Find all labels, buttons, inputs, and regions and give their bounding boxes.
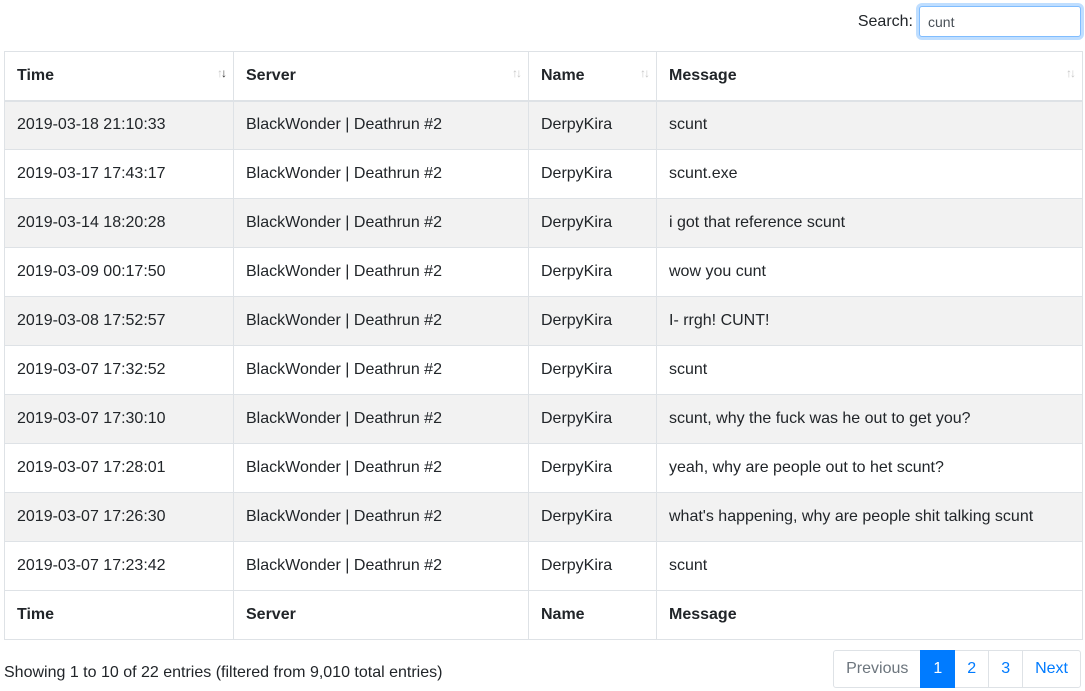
cell-message: scunt [656, 345, 1083, 395]
column-header-label: Time [17, 66, 55, 84]
cell-server: BlackWonder | Deathrun #2 [233, 198, 529, 248]
cell-message: I- rrgh! CUNT! [656, 296, 1083, 346]
cell-name: DerpyKira [528, 100, 657, 150]
column-header-time[interactable]: Time ↑↓ [4, 51, 234, 102]
cell-server: BlackWonder | Deathrun #2 [233, 100, 529, 150]
column-footer-server: Server [233, 590, 529, 640]
cell-server: BlackWonder | Deathrun #2 [233, 247, 529, 297]
column-header-message[interactable]: Message ↑↓ [656, 51, 1083, 102]
cell-message: wow you cunt [656, 247, 1083, 297]
cell-time: 2019-03-18 21:10:33 [4, 100, 234, 150]
cell-message: scunt [656, 100, 1083, 150]
cell-message: yeah, why are people out to het scunt? [656, 443, 1083, 493]
sort-desc-icon: ↑↓ [217, 66, 227, 80]
column-header-label: Server [246, 66, 296, 84]
sort-icon: ↑↓ [640, 66, 650, 80]
cell-time: 2019-03-07 17:26:30 [4, 492, 234, 542]
cell-server: BlackWonder | Deathrun #2 [233, 394, 529, 444]
sort-icon: ↑↓ [512, 66, 522, 80]
cell-message: i got that reference scunt [656, 198, 1083, 248]
column-footer-message: Message [656, 590, 1083, 640]
cell-time: 2019-03-07 17:32:52 [4, 345, 234, 395]
cell-server: BlackWonder | Deathrun #2 [233, 149, 529, 199]
cell-name: DerpyKira [528, 247, 657, 297]
sort-icon: ↑↓ [1066, 66, 1076, 80]
next-button[interactable]: Next [1022, 650, 1081, 688]
cell-name: DerpyKira [528, 443, 657, 493]
cell-time: 2019-03-08 17:52:57 [4, 296, 234, 346]
cell-name: DerpyKira [528, 345, 657, 395]
cell-message: scunt.exe [656, 149, 1083, 199]
cell-message: what's happening, why are people shit ta… [656, 492, 1083, 542]
table-info: Showing 1 to 10 of 22 entries (filtered … [4, 664, 443, 681]
cell-server: BlackWonder | Deathrun #2 [233, 296, 529, 346]
table-row: 2019-03-08 17:52:57 BlackWonder | Deathru… [4, 296, 1083, 346]
cell-time: 2019-03-17 17:43:17 [4, 149, 234, 199]
table-row: 2019-03-07 17:30:10 BlackWonder | Deathru… [4, 394, 1083, 444]
cell-name: DerpyKira [528, 149, 657, 199]
search-bar: Search: [858, 6, 1081, 37]
table-footer: Time Server Name Message [4, 590, 1083, 640]
cell-server: BlackWonder | Deathrun #2 [233, 443, 529, 493]
previous-button[interactable]: Previous [833, 650, 922, 688]
table-row: 2019-03-07 17:23:42 BlackWonder | Deathru… [4, 541, 1083, 591]
column-header-server[interactable]: Server ↑↓ [233, 51, 529, 102]
column-header-name[interactable]: Name ↑↓ [528, 51, 657, 102]
cell-server: BlackWonder | Deathrun #2 [233, 345, 529, 395]
cell-name: DerpyKira [528, 394, 657, 444]
cell-name: DerpyKira [528, 541, 657, 591]
table-row: 2019-03-17 17:43:17 BlackWonder | Deathru… [4, 149, 1083, 199]
search-input[interactable] [919, 6, 1081, 37]
cell-time: 2019-03-07 17:23:42 [4, 541, 234, 591]
table-row: 2019-03-07 17:28:01 BlackWonder | Deathru… [4, 443, 1083, 493]
page-button-1[interactable]: 1 [920, 650, 956, 688]
table-row: 2019-03-09 00:17:50 BlackWonder | Deathru… [4, 247, 1083, 297]
table-row: 2019-03-07 17:26:30 BlackWonder | Deathru… [4, 492, 1083, 542]
cell-message: scunt, why the fuck was he out to get yo… [656, 394, 1083, 444]
cell-name: DerpyKira [528, 492, 657, 542]
page-button-2[interactable]: 2 [954, 650, 990, 688]
pagination: Previous 1 2 3 Next [833, 650, 1081, 688]
column-header-label: Message [669, 66, 737, 84]
cell-time: 2019-03-07 17:28:01 [4, 443, 234, 493]
table-row: 2019-03-18 21:10:33 BlackWonder | Deathru… [4, 100, 1083, 150]
table-body: 2019-03-18 21:10:33 BlackWonder | Deathru… [4, 100, 1083, 591]
column-header-label: Name [541, 66, 585, 84]
table-row: 2019-03-07 17:32:52 BlackWonder | Deathru… [4, 345, 1083, 395]
cell-server: BlackWonder | Deathrun #2 [233, 541, 529, 591]
search-label: Search: [857, 12, 913, 30]
cell-time: 2019-03-14 18:20:28 [4, 198, 234, 248]
column-footer-name: Name [528, 590, 657, 640]
cell-name: DerpyKira [528, 296, 657, 346]
cell-server: BlackWonder | Deathrun #2 [233, 492, 529, 542]
table-row: 2019-03-14 18:20:28 BlackWonder | Deathru… [4, 198, 1083, 248]
chat-log-table: Time ↑↓ Server ↑↓ Name ↑↓ Message ↑↓ 201… [4, 51, 1083, 640]
cell-time: 2019-03-07 17:30:10 [4, 394, 234, 444]
cell-name: DerpyKira [528, 198, 657, 248]
column-footer-time: Time [4, 590, 234, 640]
page-button-3[interactable]: 3 [988, 650, 1024, 688]
cell-time: 2019-03-09 00:17:50 [4, 247, 234, 297]
table-header: Time ↑↓ Server ↑↓ Name ↑↓ Message ↑↓ [4, 51, 1083, 102]
cell-message: scunt [656, 541, 1083, 591]
